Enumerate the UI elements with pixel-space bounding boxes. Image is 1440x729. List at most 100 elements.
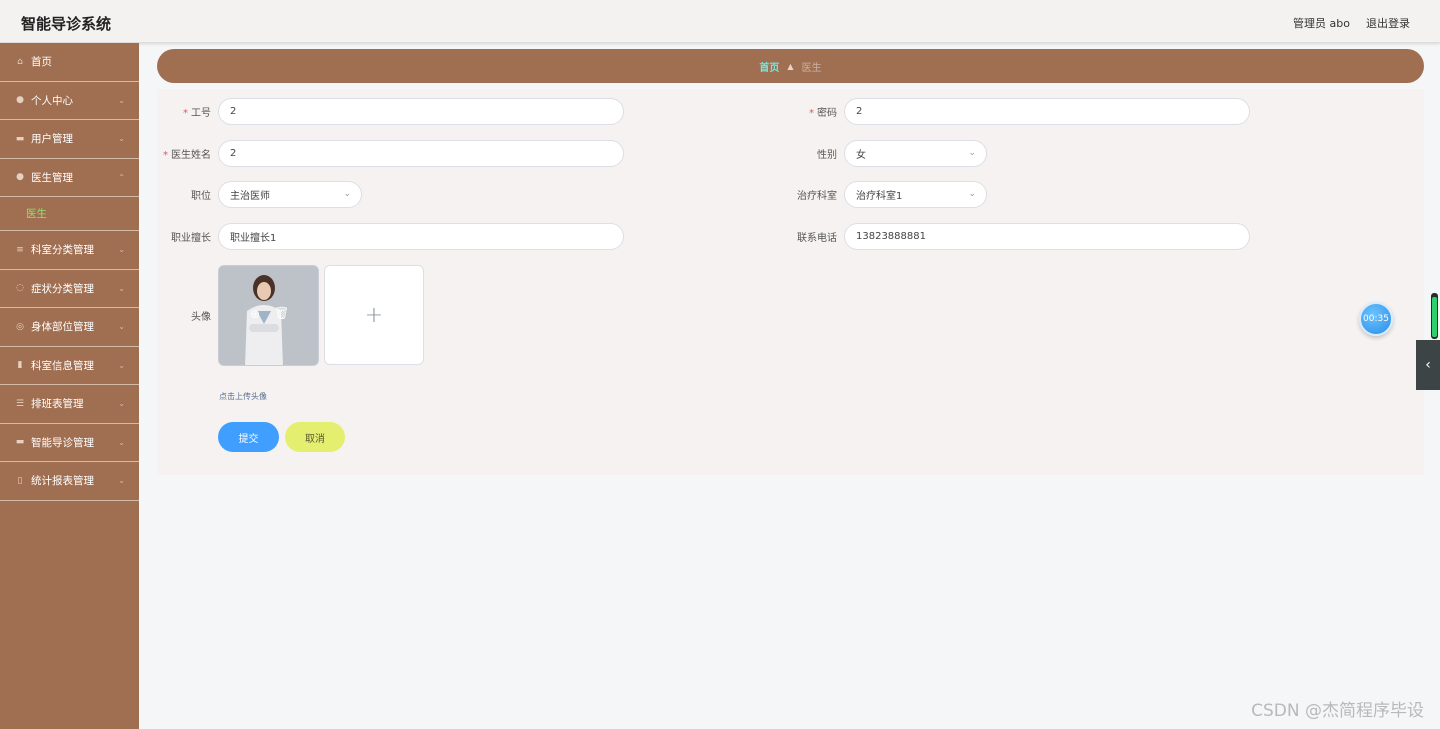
doctor-photo — [219, 266, 318, 365]
sidebar-item-doctors[interactable]: ● 医生管理 ⌃ — [0, 159, 139, 197]
sidebar-item-home[interactable]: ⌂ 首页 — [0, 43, 139, 82]
sidebar-item-label: 首页 — [31, 56, 52, 69]
gender-label: 性别 — [817, 150, 837, 161]
side-panel-toggle[interactable]: ‹ — [1416, 340, 1440, 390]
sidebar-item-label: 医生 — [26, 208, 47, 220]
required-mark: * — [163, 150, 168, 161]
sidebar-item-label: 智能导诊管理 — [31, 436, 94, 449]
avatar-upload-hint: 点击上传头像 — [219, 392, 267, 401]
chevron-down-icon: ⌄ — [118, 476, 125, 485]
submit-button[interactable]: 提交 — [218, 422, 279, 452]
avatar-preview[interactable]: ⊕ 🗑 — [218, 265, 319, 366]
sidebar-item-dept-info[interactable]: ▮ 科室信息管理 ⌄ — [0, 347, 139, 385]
chevron-down-icon: ⌄ — [118, 322, 125, 331]
specialty-input[interactable]: 职业擅长1 — [218, 223, 624, 250]
timer-badge[interactable]: 00:35 — [1359, 302, 1393, 336]
cancel-button[interactable]: 取消 — [285, 422, 345, 452]
zoom-in-icon[interactable]: ⊕ — [250, 307, 260, 321]
chevron-down-icon: ⌄ — [968, 148, 976, 158]
chevron-down-icon: ⌄ — [118, 95, 125, 105]
watermark: CSDN @杰简程序毕设 — [1251, 701, 1424, 721]
sidebar-item-guide[interactable]: ▬ 智能导诊管理 ⌄ — [0, 424, 139, 462]
chevron-up-icon: ⌃ — [118, 172, 125, 182]
user-label: 管理员 abo — [1293, 17, 1350, 30]
chevron-down-icon: ⌄ — [118, 283, 125, 293]
delete-icon[interactable]: 🗑 — [274, 306, 289, 320]
specialty-row: 职业擅长 职业擅长1 — [157, 223, 624, 250]
avatar-row: 头像 — [157, 308, 218, 323]
level-meter-fill — [1432, 297, 1437, 337]
required-mark: * — [183, 108, 188, 119]
sidebar-item-label: 统计报表管理 — [31, 475, 94, 488]
user-area: 管理员 abo 退出登录 — [1293, 15, 1410, 31]
home-icon: ⌂ — [17, 56, 23, 67]
chart-icon: ▮ — [17, 360, 23, 371]
sidebar-item-label: 个人中心 — [31, 94, 73, 107]
phone-value: 13823888881 — [856, 231, 926, 242]
doctor-form: * 工号 2 * 密码 2 * 医生姓名 2 性别 女 ⌄ 职位 主治医师 ⌄ 治疗科室 … — [157, 89, 1424, 475]
sidebar-item-reports[interactable]: ▯ 统计报表管理 ⌄ — [0, 462, 139, 501]
password-input[interactable]: 2 — [844, 98, 1250, 125]
department-row: 治疗科室 治疗科室1 ⌄ — [783, 181, 987, 208]
doctor-name-row: * 医生姓名 2 — [157, 140, 624, 167]
sidebar-item-schedule[interactable]: ☰ 排班表管理 ⌄ — [0, 385, 139, 424]
list-icon: ≡ — [16, 244, 24, 255]
briefcase-icon: ▬ — [15, 437, 25, 448]
phone-label: 联系电话 — [797, 233, 837, 244]
job-no-label: 工号 — [191, 108, 211, 119]
doctor-name-label: 医生姓名 — [171, 150, 211, 161]
position-value: 主治医师 — [230, 191, 270, 202]
sidebar-item-symptom-category[interactable]: ◌ 症状分类管理 ⌄ — [0, 270, 139, 308]
avatar-label: 头像 — [191, 312, 211, 323]
password-row: * 密码 2 — [783, 98, 1250, 125]
sidebar-item-label: 身体部位管理 — [31, 321, 94, 334]
phone-input[interactable]: 13823888881 — [844, 223, 1250, 250]
specialty-label: 职业擅长 — [171, 233, 211, 244]
breadcrumb-home[interactable]: 首页 — [759, 59, 779, 74]
logout-link[interactable]: 退出登录 — [1366, 15, 1410, 31]
compass-icon: ◎ — [16, 321, 24, 332]
specialty-value: 职业擅长1 — [230, 233, 277, 244]
sidebar-item-label: 医生管理 — [31, 171, 73, 184]
sidebar-subitem-doctor[interactable]: 医生 — [0, 197, 139, 231]
plus-icon: + — [364, 302, 384, 328]
gender-value: 女 — [856, 150, 866, 161]
sidebar-item-body-part[interactable]: ◎ 身体部位管理 ⌄ — [0, 308, 139, 347]
password-label: 密码 — [817, 108, 837, 119]
sidebar-item-users[interactable]: ▬ 用户管理 ⌄ — [0, 120, 139, 159]
sidebar-item-profile[interactable]: ● 个人中心 ⌄ — [0, 82, 139, 120]
gender-select[interactable]: 女 ⌄ — [844, 140, 987, 167]
chevron-down-icon: ⌄ — [118, 245, 125, 254]
doctor-name-value: 2 — [230, 148, 237, 159]
sidebar-item-label: 科室分类管理 — [31, 244, 94, 257]
department-value: 治疗科室1 — [856, 191, 903, 202]
trash-icon: ▯ — [17, 475, 23, 486]
sidebar-item-dept-category[interactable]: ≡ 科室分类管理 ⌄ — [0, 231, 139, 270]
doctor-name-input[interactable]: 2 — [218, 140, 624, 167]
chevron-down-icon: ⌄ — [118, 134, 125, 143]
required-mark: * — [809, 108, 814, 119]
sidebar-item-label: 排班表管理 — [31, 398, 84, 411]
chevron-down-icon: ⌄ — [343, 189, 351, 199]
sidebar-item-label: 症状分类管理 — [31, 282, 94, 295]
department-select[interactable]: 治疗科室1 ⌄ — [844, 181, 987, 208]
sidebar-item-label: 用户管理 — [31, 133, 73, 146]
job-no-value: 2 — [230, 106, 237, 117]
sliders-icon: ☰ — [15, 398, 25, 409]
avatar-upload-button[interactable]: + — [324, 265, 424, 365]
level-meter — [1431, 293, 1438, 339]
user-icon: ● — [16, 95, 24, 106]
sidebar-item-label: 科室信息管理 — [31, 359, 94, 372]
phone-row: 联系电话 13823888881 — [783, 223, 1250, 250]
app-title: 智能导诊系统 — [21, 15, 112, 33]
chevron-down-icon: ⌄ — [118, 399, 125, 408]
department-label: 治疗科室 — [797, 191, 837, 202]
chevron-left-icon: ‹ — [1425, 357, 1431, 373]
job-no-input[interactable]: 2 — [218, 98, 624, 125]
sidebar: ⌂ 首页 ● 个人中心 ⌄ ▬ 用户管理 ⌄ ● 医生管理 ⌃ 医生 ≡ 科室分… — [0, 43, 139, 729]
breadcrumb-separator-icon: ▲ — [787, 61, 794, 71]
users-icon: ▬ — [15, 133, 25, 144]
position-label: 职位 — [191, 191, 211, 202]
doctor-icon: ● — [16, 172, 24, 183]
position-select[interactable]: 主治医师 ⌄ — [218, 181, 362, 208]
